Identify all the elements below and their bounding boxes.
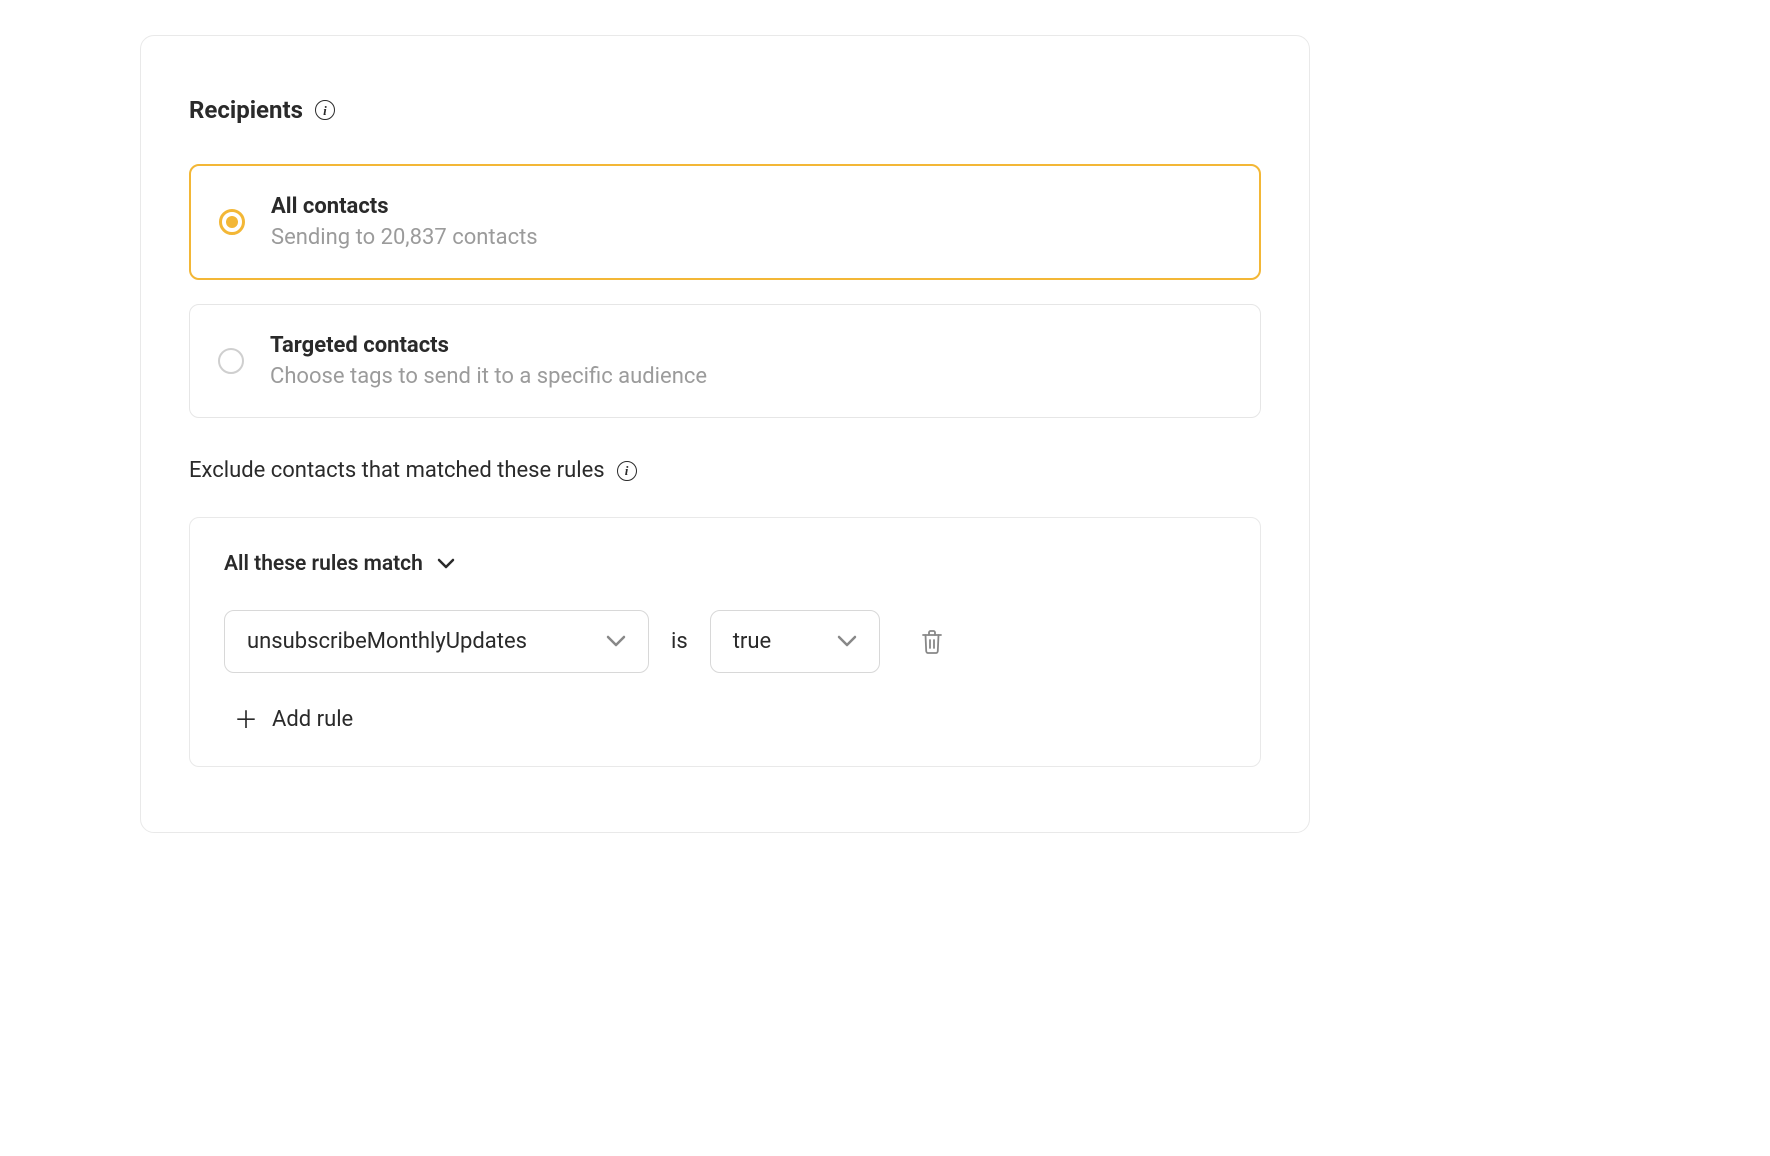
exclude-header: Exclude contacts that matched these rule… — [189, 458, 1261, 483]
rule-value-value: true — [733, 629, 771, 654]
chevron-down-icon — [437, 558, 455, 570]
radio-option-title: All contacts — [271, 194, 538, 219]
rule-row: unsubscribeMonthlyUpdates is true — [224, 610, 1226, 673]
plus-icon: ＋ — [234, 708, 258, 732]
add-rule-button[interactable]: ＋ Add rule — [224, 707, 1226, 732]
recipients-card: Recipients i All contacts Sending to 20,… — [140, 35, 1310, 833]
info-icon[interactable]: i — [617, 461, 637, 481]
chevron-down-icon — [606, 635, 626, 648]
recipient-option-targeted-contacts[interactable]: Targeted contacts Choose tags to send it… — [189, 304, 1261, 418]
radio-text: All contacts Sending to 20,837 contacts — [271, 194, 538, 250]
rule-operator: is — [671, 629, 688, 654]
radio-option-title: Targeted contacts — [270, 333, 707, 358]
trash-icon[interactable] — [920, 629, 944, 655]
radio-option-desc: Choose tags to send it to a specific aud… — [270, 364, 707, 389]
section-header: Recipients i — [189, 96, 1261, 124]
rule-field-select[interactable]: unsubscribeMonthlyUpdates — [224, 610, 649, 673]
exclude-title: Exclude contacts that matched these rule… — [189, 458, 605, 483]
rule-value-select[interactable]: true — [710, 610, 880, 673]
match-mode-label: All these rules match — [224, 552, 423, 576]
chevron-down-icon — [837, 635, 857, 648]
rule-field-value: unsubscribeMonthlyUpdates — [247, 629, 527, 654]
info-icon[interactable]: i — [315, 100, 335, 120]
match-mode-dropdown[interactable]: All these rules match — [224, 552, 1226, 576]
radio-icon — [218, 348, 244, 374]
add-rule-label: Add rule — [272, 707, 353, 732]
section-title: Recipients — [189, 96, 303, 124]
rules-box: All these rules match unsubscribeMonthly… — [189, 517, 1261, 767]
radio-option-desc: Sending to 20,837 contacts — [271, 225, 538, 250]
recipient-option-all-contacts[interactable]: All contacts Sending to 20,837 contacts — [189, 164, 1261, 280]
radio-icon — [219, 209, 245, 235]
radio-text: Targeted contacts Choose tags to send it… — [270, 333, 707, 389]
